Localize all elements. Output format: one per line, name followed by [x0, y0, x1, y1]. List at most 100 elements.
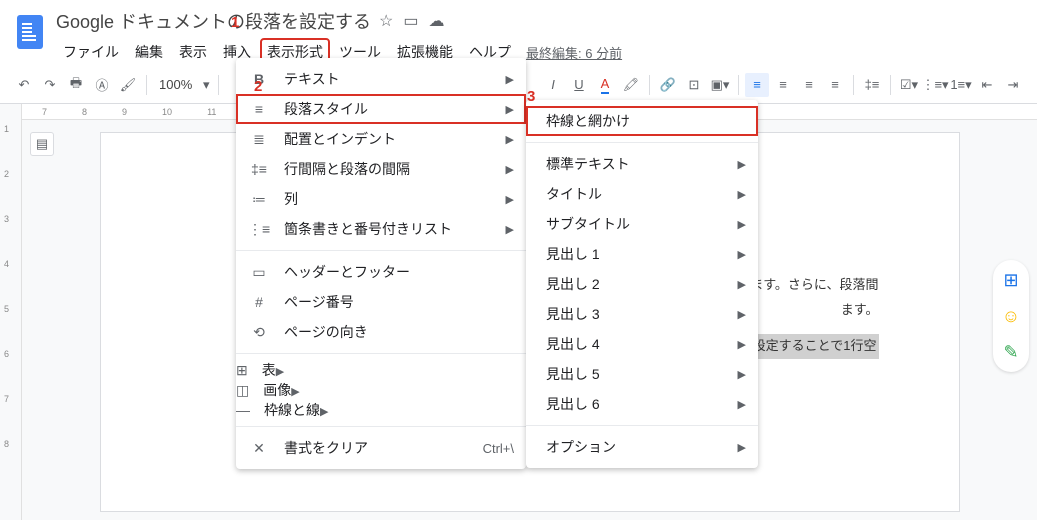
indent-increase-button[interactable]: ⇥ [1001, 73, 1025, 97]
outline-toggle-button[interactable]: ▤ [30, 132, 54, 156]
chevron-right-icon: ▶ [506, 223, 514, 236]
numbered-list-button[interactable]: 1≡▾ [949, 73, 973, 97]
chevron-right-icon: ▶ [506, 193, 514, 206]
highlight-button[interactable]: 🖍 [619, 73, 643, 97]
add-comment-icon[interactable]: ⊞ [999, 268, 1023, 292]
chevron-right-icon: ▶ [291, 386, 299, 398]
underline-button[interactable]: U [567, 73, 591, 97]
suggest-icon[interactable]: ✎ [999, 340, 1023, 364]
chevron-right-icon: ▶ [506, 73, 514, 86]
separator [738, 75, 739, 95]
align-justify-button[interactable]: ≡ [823, 73, 847, 97]
submenu-item-見出し 1[interactable]: 見出し 1▶ [526, 239, 758, 269]
menu-shortcut: Ctrl+\ [483, 441, 514, 456]
format-item-配置とインデント[interactable]: ≣ 配置とインデント▶ [236, 124, 526, 154]
format-item-書式をクリア[interactable]: ✕書式をクリアCtrl+\ [236, 433, 526, 463]
format-item-ヘッダーとフッター[interactable]: ▭ヘッダーとフッター [236, 257, 526, 287]
paint-format-button[interactable]: 🖌 [116, 73, 140, 97]
checklist-button[interactable]: ☑▾ [897, 73, 921, 97]
submenu-item-見出し 5[interactable]: 見出し 5▶ [526, 359, 758, 389]
separator [218, 75, 219, 95]
docs-icon [17, 15, 43, 49]
image-button[interactable]: ▣▾ [708, 73, 732, 97]
menu-item-icon: ⟲ [248, 324, 270, 341]
submenu-item-label: タイトル [538, 184, 738, 204]
format-item-行間隔と段落の間隔[interactable]: ‡≡行間隔と段落の間隔▶ [236, 154, 526, 184]
align-right-button[interactable]: ≡ [797, 73, 821, 97]
menu-item-label: テキスト [284, 69, 506, 89]
callout-3: 3 [527, 88, 535, 105]
move-icon[interactable]: ▭ [403, 11, 418, 31]
emoji-icon[interactable]: ☺ [999, 304, 1023, 328]
menu-item-label: 画像 [263, 382, 291, 398]
chevron-right-icon: ▶ [506, 103, 514, 116]
submenu-item-見出し 6[interactable]: 見出し 6▶ [526, 389, 758, 419]
zoom-select[interactable]: 100% [153, 77, 198, 92]
format-item-箇条書きと番号付きリスト[interactable]: ⋮≡箇条書きと番号付きリスト▶ [236, 214, 526, 244]
menu-file[interactable]: ファイル [56, 38, 126, 66]
indent-decrease-button[interactable]: ⇤ [975, 73, 999, 97]
submenu-item-枠線と網かけ[interactable]: 枠線と網かけ [526, 106, 758, 136]
document-title[interactable]: Google ドキュメントの段落を設定する [56, 8, 371, 34]
submenu-item-label: 見出し 1 [538, 244, 738, 264]
print-button[interactable]: 🖶 [64, 73, 88, 97]
chevron-right-icon: ▶ [738, 308, 746, 321]
last-edit-link[interactable]: 最終編集: 6 分前 [526, 43, 622, 62]
submenu-item-label: 見出し 6 [538, 394, 738, 414]
star-icon[interactable]: ☆ [379, 11, 393, 31]
redo-button[interactable]: ↷ [38, 73, 62, 97]
separator [649, 75, 650, 95]
chevron-right-icon: ▶ [738, 278, 746, 291]
format-item-列[interactable]: ≔ 列▶ [236, 184, 526, 214]
submenu-item-label: 見出し 3 [538, 304, 738, 324]
format-item-段落スタイル[interactable]: ≡ 段落スタイル▶ [236, 94, 526, 124]
submenu-item-タイトル[interactable]: タイトル▶ [526, 179, 758, 209]
submenu-item-サブタイトル[interactable]: サブタイトル▶ [526, 209, 758, 239]
submenu-item-見出し 2[interactable]: 見出し 2▶ [526, 269, 758, 299]
link-button[interactable]: 🔗 [656, 73, 680, 97]
submenu-item-オプション[interactable]: オプション▶ [526, 432, 758, 462]
format-item-テキスト[interactable]: Bテキスト▶ [236, 64, 526, 94]
ruler-vertical: 12345678 [0, 104, 22, 520]
menu-edit[interactable]: 編集 [128, 38, 170, 66]
menu-item-icon: — [236, 402, 250, 418]
submenu-item-見出し 4[interactable]: 見出し 4▶ [526, 329, 758, 359]
docs-logo[interactable] [12, 8, 48, 56]
align-left-button[interactable]: ≡ [745, 73, 769, 97]
cloud-icon[interactable]: ☁ [429, 11, 445, 31]
text-color-button[interactable]: A [593, 73, 617, 97]
chevron-right-icon: ▶ [738, 398, 746, 411]
format-item-枠線と線: —枠線と線▶ [236, 400, 526, 420]
format-item-ページの向き[interactable]: ⟲ページの向き [236, 317, 526, 347]
line-spacing-button[interactable]: ‡≡ [860, 73, 884, 97]
menu-item-label: 書式をクリア [284, 438, 483, 458]
submenu-item-label: 枠線と網かけ [538, 111, 746, 131]
format-item-ページ番号[interactable]: #ページ番号 [236, 287, 526, 317]
format-item-表: ⊞表▶ [236, 360, 526, 380]
menu-item-label: 列 [284, 189, 506, 209]
submenu-item-label: 見出し 4 [538, 334, 738, 354]
menu-item-label: 配置とインデント [284, 129, 506, 149]
spellcheck-button[interactable]: Ⓐ [90, 73, 114, 97]
menu-item-label: 枠線と線 [264, 402, 320, 418]
zoom-dropdown-icon[interactable]: ▾ [200, 73, 212, 97]
submenu-item-label: 標準テキスト [538, 154, 738, 174]
bulleted-list-button[interactable]: ⋮≡▾ [923, 73, 947, 97]
submenu-item-見出し 3[interactable]: 見出し 3▶ [526, 299, 758, 329]
undo-button[interactable]: ↶ [12, 73, 36, 97]
menu-item-label: 段落スタイル [284, 99, 506, 119]
menu-item-icon: ≣ [248, 131, 270, 148]
menu-item-icon: ‡≡ [248, 161, 270, 177]
italic-button[interactable]: I [541, 73, 565, 97]
paragraph-style-submenu: 枠線と網かけ標準テキスト▶タイトル▶サブタイトル▶見出し 1▶見出し 2▶見出し… [526, 100, 758, 468]
menu-item-icon: ≔ [248, 191, 270, 208]
chevron-right-icon: ▶ [506, 163, 514, 176]
menu-view[interactable]: 表示 [172, 38, 214, 66]
chevron-right-icon: ▶ [506, 133, 514, 146]
submenu-item-標準テキスト[interactable]: 標準テキスト▶ [526, 149, 758, 179]
comment-button[interactable]: ⊡ [682, 73, 706, 97]
menu-item-icon: ◫ [236, 382, 249, 398]
submenu-item-label: 見出し 5 [538, 364, 738, 384]
align-center-button[interactable]: ≡ [771, 73, 795, 97]
menu-item-icon: ≡ [248, 101, 270, 117]
